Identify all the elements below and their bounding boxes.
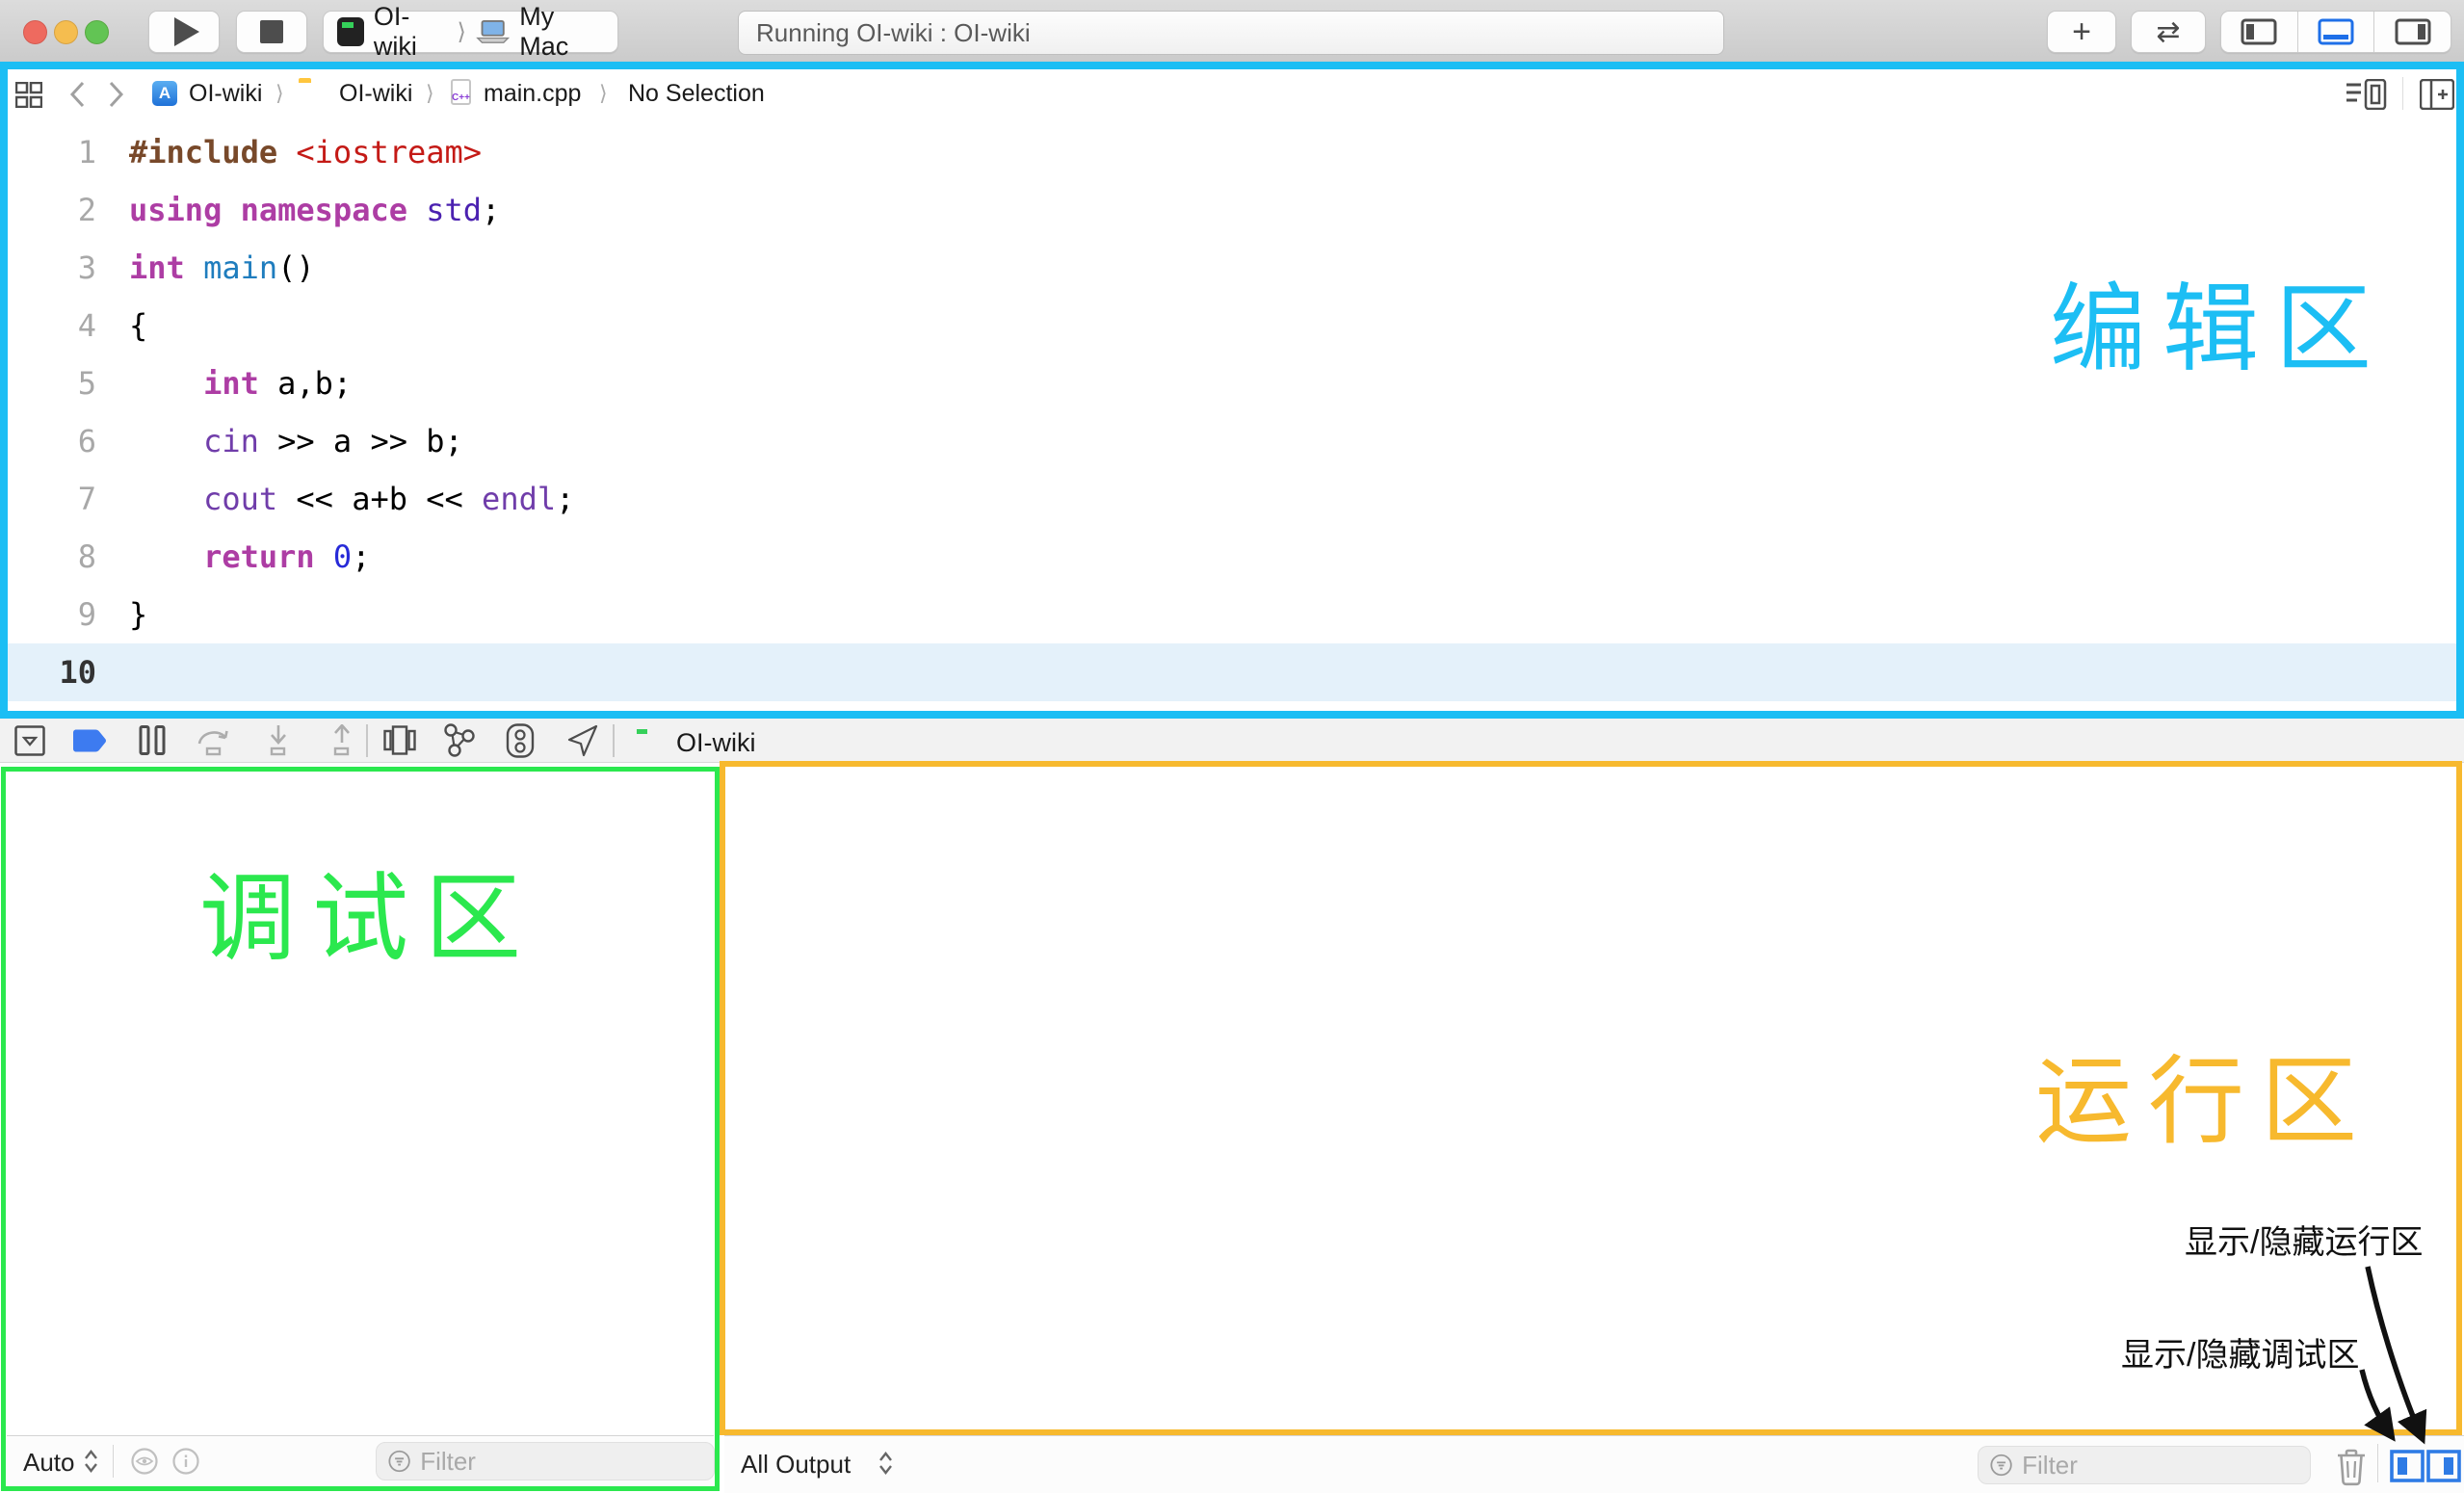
breadcrumb-separator: ⟩ <box>275 81 284 106</box>
breadcrumb-project[interactable]: OI-wiki <box>189 80 262 108</box>
breadcrumb-separator: ⟩ <box>426 81 434 106</box>
simulate-location-icon[interactable] <box>564 723 599 758</box>
stop-button[interactable] <box>236 11 307 53</box>
cpp-file-icon: C++ <box>451 79 471 105</box>
console-filter-input[interactable] <box>2020 1450 2298 1481</box>
code-line-2[interactable]: 2using namespace std; <box>8 181 2456 239</box>
breakpoints-toggle-icon[interactable] <box>73 729 108 754</box>
add-editor-icon[interactable] <box>2420 79 2454 110</box>
line-number: 8 <box>8 538 112 575</box>
editor-arrange-button[interactable]: ⇄ <box>2131 11 2206 53</box>
quick-look-eye-icon <box>130 1448 159 1475</box>
breadcrumb-selection[interactable]: No Selection <box>628 80 765 108</box>
activity-status-text: Running OI-wiki : OI-wiki <box>756 18 1031 48</box>
code-line-9[interactable]: 9} <box>8 586 2456 643</box>
code-line-6[interactable]: 6 cin >> a >> b; <box>8 412 2456 470</box>
info-icon <box>172 1448 199 1475</box>
view-hierarchy-icon[interactable] <box>383 725 416 755</box>
source-editor[interactable]: 1#include <iostream>2using namespace std… <box>8 123 2456 701</box>
plus-icon: + <box>2072 13 2091 51</box>
line-number: 10 <box>8 654 112 691</box>
toolbar-divider <box>613 724 615 757</box>
activity-viewer: Running OI-wiki : OI-wiki <box>738 11 1724 55</box>
stop-icon <box>260 20 283 43</box>
code-line-7[interactable]: 7 cout << a+b << endl; <box>8 470 2456 528</box>
variables-view-bar: Auto <box>7 1435 714 1486</box>
swap-arrows-icon: ⇄ <box>2156 15 2180 49</box>
back-chevron-icon[interactable] <box>69 81 86 108</box>
bar-divider <box>113 1445 114 1478</box>
line-number: 5 <box>8 365 112 402</box>
debug-toolbar <box>0 719 2464 763</box>
project-icon: A <box>152 81 177 106</box>
code-line-1[interactable]: 1#include <iostream> <box>8 123 2456 181</box>
scope-selector[interactable]: Auto <box>23 1448 75 1478</box>
toolbar-divider <box>366 724 368 757</box>
navigator-panel-icon <box>2241 18 2277 45</box>
minimize-window-button[interactable] <box>54 20 78 44</box>
toggle-navigator-button[interactable] <box>2221 12 2297 52</box>
console-filter-field[interactable] <box>1978 1446 2311 1484</box>
process-label: OI-wiki <box>676 728 756 758</box>
pause-icon[interactable] <box>139 725 166 755</box>
inspector-panel-icon <box>2395 18 2431 45</box>
xcode-window: OI-wiki ⟩ My Mac Running OI-wiki : OI-wi… <box>0 0 2464 1493</box>
filter-icon <box>1990 1453 2012 1478</box>
toggle-inspector-button[interactable] <box>2373 12 2451 52</box>
close-window-button[interactable] <box>23 20 47 44</box>
zoom-window-button[interactable] <box>85 20 109 44</box>
line-number: 7 <box>8 481 112 517</box>
debug-region-label: 调试区 <box>199 840 537 980</box>
run-destination-label: My Mac <box>519 2 604 62</box>
scheme-target-label: OI-wiki <box>374 2 448 62</box>
filter-icon <box>388 1449 410 1474</box>
stepper-chevrons-icon[interactable] <box>878 1451 893 1476</box>
panel-toggle-group <box>2220 11 2451 53</box>
code-line-10[interactable]: 10 <box>8 643 2456 701</box>
line-number: 3 <box>8 249 112 286</box>
scheme-app-icon <box>337 17 364 46</box>
output-scope-selector[interactable]: All Output <box>741 1450 851 1480</box>
laptop-icon <box>476 19 510 45</box>
breadcrumb-group[interactable]: OI-wiki <box>339 80 412 108</box>
stepper-chevrons-icon[interactable] <box>84 1449 98 1474</box>
title-bar: OI-wiki ⟩ My Mac Running OI-wiki : OI-wi… <box>0 0 2464 63</box>
related-items-icon[interactable] <box>15 82 42 108</box>
play-icon <box>174 17 199 46</box>
run-button[interactable] <box>148 11 220 53</box>
forward-chevron-icon[interactable] <box>108 81 124 108</box>
line-number: 2 <box>8 192 112 228</box>
line-number: 6 <box>8 423 112 459</box>
breadcrumb-separator: ⟩ <box>599 81 608 106</box>
environment-overrides-icon[interactable] <box>503 723 537 758</box>
line-number: 1 <box>8 134 112 170</box>
step-out-icon <box>326 724 358 756</box>
debug-panel-icon-active <box>2318 18 2354 45</box>
variables-filter-field[interactable] <box>376 1442 715 1480</box>
annotation-arrows <box>2312 1252 2464 1493</box>
toggle-debug-area-button[interactable] <box>2297 12 2374 52</box>
console-region-label: 运行区 <box>2035 1023 2373 1163</box>
arrow-to-debug-toggle <box>2362 1370 2391 1435</box>
variables-filter-input[interactable] <box>418 1446 702 1478</box>
line-number: 4 <box>8 307 112 344</box>
console-bar: All Output <box>724 1435 2464 1493</box>
breadcrumb-file[interactable]: main.cpp <box>484 80 581 108</box>
code-line-8[interactable]: 8 return 0; <box>8 528 2456 586</box>
editor-region-label: 编辑区 <box>2050 250 2388 390</box>
step-into-icon <box>262 724 295 756</box>
memory-graph-icon[interactable] <box>441 722 478 758</box>
library-add-button[interactable]: + <box>2047 11 2116 53</box>
editor-options-icon[interactable] <box>2346 79 2387 110</box>
step-over-icon <box>197 724 231 756</box>
hide-debug-area-icon[interactable] <box>14 725 45 756</box>
line-number: 9 <box>8 596 112 633</box>
scheme-separator: ⟩ <box>458 18 466 46</box>
scheme-selector[interactable]: OI-wiki ⟩ My Mac <box>323 11 618 53</box>
jumpbar-divider <box>2402 77 2403 110</box>
